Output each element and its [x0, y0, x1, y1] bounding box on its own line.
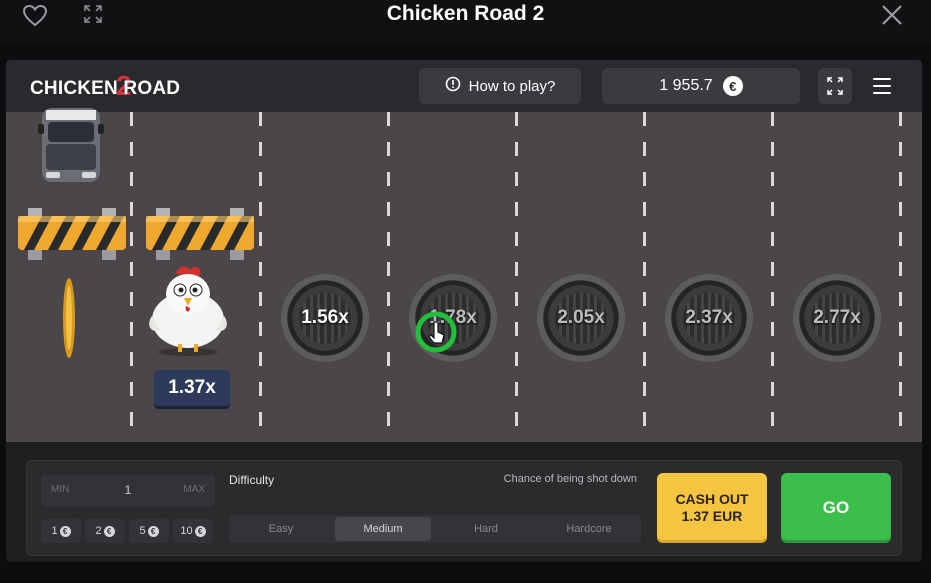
window-title: Chicken Road 2	[386, 2, 545, 25]
coin-icon	[63, 278, 75, 358]
cash-out-amount: 1.37 EUR	[681, 508, 743, 524]
chip-button-1[interactable]: 1 €	[41, 519, 81, 543]
euro-icon: €	[103, 525, 115, 537]
lane-divider	[899, 112, 902, 442]
balance-value: 1 955.7	[659, 77, 713, 94]
fullscreen-button[interactable]	[818, 68, 852, 104]
multiplier-step-4[interactable]: 2.37x	[665, 274, 753, 362]
window-titlebar: Chicken Road 2	[0, 0, 931, 44]
euro-icon: €	[194, 525, 206, 537]
chicken-icon	[149, 266, 227, 356]
euro-icon: €	[722, 76, 743, 96]
car-icon	[38, 108, 104, 182]
current-multiplier-badge: 1.37x	[154, 370, 230, 406]
lane-divider	[643, 112, 646, 442]
game-logo: 2 CHICKEN ROAD	[30, 70, 210, 102]
multiplier-label: 2.05x	[557, 307, 605, 328]
euro-icon: €	[147, 525, 159, 537]
lane-divider	[771, 112, 774, 442]
game-road: 1.37x 1.56x 1.78x 2.05x 2.37x 2.77x	[6, 108, 922, 442]
how-to-play-label: How to play?	[468, 77, 556, 95]
barrier-icon	[146, 208, 254, 260]
cash-out-label: CASH OUT	[675, 491, 749, 507]
difficulty-option-hardcore[interactable]: Hardcore	[541, 517, 637, 541]
chip-value: 5	[139, 525, 146, 537]
game-frame: 2 CHICKEN ROAD How to play? 1 955.7 € 1.…	[6, 60, 922, 562]
difficulty-option-hard[interactable]: Hard	[438, 517, 534, 541]
bet-amount-input[interactable]: MIN 1 MAX	[41, 475, 215, 507]
multiplier-step-1[interactable]: 1.56x	[281, 274, 369, 362]
difficulty-option-medium[interactable]: Medium	[335, 517, 431, 541]
bet-max-button[interactable]: MAX	[183, 484, 205, 495]
chip-button-5[interactable]: 5 €	[129, 519, 169, 543]
chance-label: Chance of being shot down	[503, 473, 637, 485]
chip-value: 1	[51, 525, 58, 537]
difficulty-selector: Easy Medium Hard Hardcore	[229, 515, 641, 543]
fullscreen-icon	[827, 77, 843, 95]
barrier-icon	[18, 208, 126, 260]
chip-value: 10	[180, 525, 193, 537]
difficulty-label: Difficulty	[229, 473, 275, 487]
control-panel: MIN 1 MAX 1 € 2 € 5 € 10 € Difficulty Chance…	[26, 460, 902, 556]
logo-text: CHICKEN ROAD	[30, 78, 181, 99]
euro-icon: €	[59, 525, 71, 537]
close-icon[interactable]	[881, 4, 903, 26]
multiplier-label: 1.56x	[301, 307, 349, 328]
multiplier-step-5[interactable]: 2.77x	[793, 274, 881, 362]
multiplier-label: 2.77x	[813, 307, 861, 328]
chip-value: 2	[95, 525, 102, 537]
how-to-play-button[interactable]: How to play?	[419, 68, 581, 104]
game-header: 2 CHICKEN ROAD How to play? 1 955.7 €	[6, 60, 922, 112]
difficulty-option-easy[interactable]: Easy	[233, 517, 329, 541]
lane-divider	[387, 112, 390, 442]
chip-button-10[interactable]: 10 €	[173, 519, 213, 543]
pointer-cursor-icon	[415, 311, 457, 353]
go-button[interactable]: GO	[781, 473, 891, 543]
chip-button-2[interactable]: 2 €	[85, 519, 125, 543]
info-icon	[445, 76, 461, 96]
lane-divider	[130, 112, 133, 442]
menu-icon[interactable]	[868, 74, 896, 98]
balance-display: 1 955.7 €	[602, 68, 800, 104]
multiplier-label: 2.37x	[685, 307, 733, 328]
cash-out-button[interactable]: CASH OUT 1.37 EUR	[657, 473, 767, 543]
multiplier-step-3[interactable]: 2.05x	[537, 274, 625, 362]
lane-divider	[515, 112, 518, 442]
lane-divider	[259, 112, 262, 442]
